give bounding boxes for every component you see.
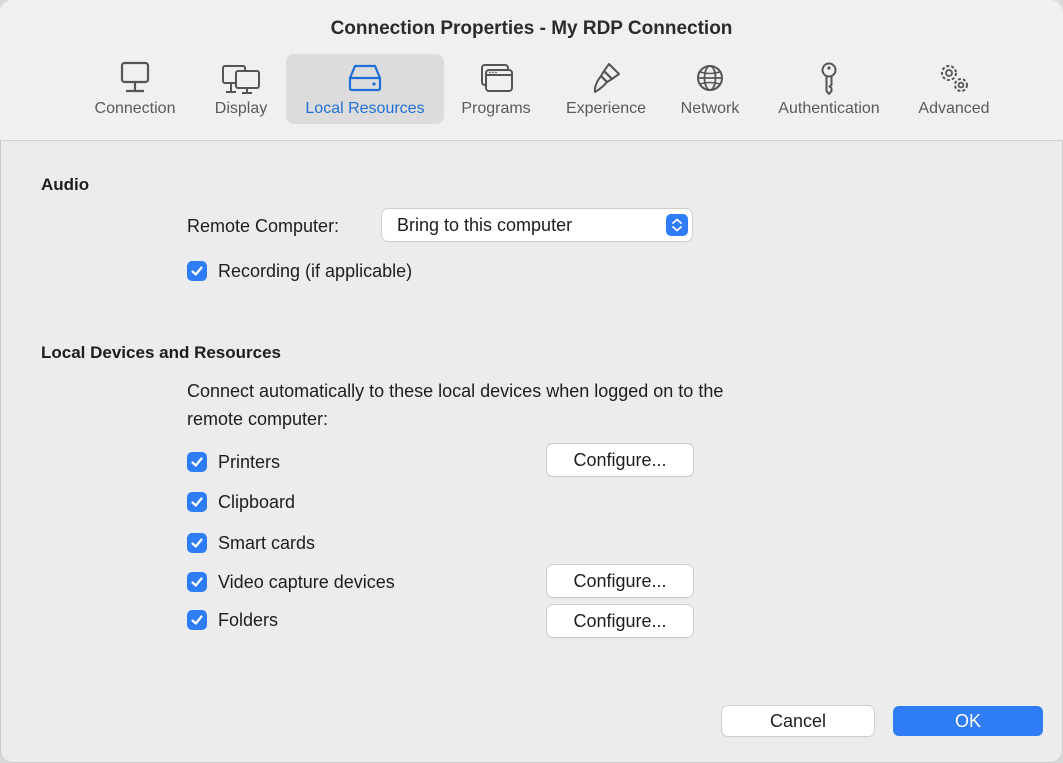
video-capture-checkbox[interactable]: [187, 572, 207, 592]
checkmark-icon: [191, 538, 203, 548]
configure-printers-button[interactable]: Configure...: [547, 444, 693, 476]
audio-heading: Audio: [41, 175, 90, 194]
remote-audio-select[interactable]: Bring to this computer: [382, 209, 692, 241]
tab-label: Connection: [94, 100, 176, 117]
device-item-printers[interactable]: Printers: [187, 449, 280, 475]
tab-network[interactable]: Network: [670, 54, 750, 124]
checkmark-icon: [191, 577, 203, 587]
device-item-video-capture[interactable]: Video capture devices: [187, 569, 395, 595]
drive-icon: [348, 64, 382, 92]
checkmark-icon: [191, 497, 203, 507]
tab-programs[interactable]: Programs: [452, 54, 540, 124]
properties-window: Connection Properties - My RDP Connectio…: [0, 0, 1063, 763]
recording-label: Recording (if applicable): [218, 260, 413, 281]
devices-description-line2: remote computer:: [187, 409, 329, 429]
tab-label: Network: [680, 100, 740, 117]
smart-cards-checkbox[interactable]: [187, 533, 207, 553]
globe-icon: [697, 65, 723, 91]
gears-icon: [941, 65, 968, 92]
device-label: Printers: [218, 451, 281, 472]
tab-experience[interactable]: Experience: [554, 54, 658, 124]
device-label: Clipboard: [218, 491, 296, 512]
local-resources-pane: Audio Remote Computer: Bring to this com…: [0, 141, 1063, 763]
toolbar: Connection Properties - My RDP Connectio…: [0, 0, 1063, 141]
tab-connection[interactable]: Connection: [83, 54, 187, 124]
cancel-button[interactable]: Cancel: [722, 706, 874, 736]
device-item-smart-cards[interactable]: Smart cards: [187, 530, 315, 556]
window-title: Connection Properties - My RDP Connectio…: [330, 18, 733, 39]
tab-label: Local Resources: [305, 100, 425, 117]
clipboard-checkbox[interactable]: [187, 492, 207, 512]
devices-description-line1: Connect automatically to these local dev…: [187, 381, 724, 401]
tab-label: Programs: [461, 100, 531, 117]
printers-checkbox[interactable]: [187, 452, 207, 472]
configure-folders-button[interactable]: Configure...: [547, 605, 693, 637]
tab-display[interactable]: Display: [200, 54, 282, 124]
tab-label: Authentication: [778, 100, 880, 117]
folders-checkbox[interactable]: [187, 610, 207, 630]
checkmark-icon: [191, 266, 203, 276]
remote-computer-label: Remote Computer:: [187, 216, 340, 236]
tab-local-resources[interactable]: Local Resources: [286, 54, 444, 124]
device-item-folders[interactable]: Folders: [187, 607, 278, 633]
tab-label: Advanced: [918, 100, 990, 117]
recording-option[interactable]: Recording (if applicable): [187, 258, 412, 284]
recording-checkbox[interactable]: [187, 261, 207, 281]
device-item-clipboard[interactable]: Clipboard: [187, 489, 295, 515]
remote-audio-value: Bring to this computer: [397, 215, 573, 235]
device-label: Video capture devices: [218, 571, 395, 592]
displays-icon: [222, 65, 260, 94]
checkmark-icon: [191, 457, 203, 467]
key-icon: [821, 62, 837, 95]
tab-label: Display: [214, 100, 268, 117]
tab-label: Experience: [565, 100, 647, 117]
chevron-updown-icon: [666, 214, 688, 236]
configure-video-capture-button[interactable]: Configure...: [547, 565, 693, 597]
ok-button[interactable]: OK: [893, 706, 1043, 736]
tab-authentication[interactable]: Authentication: [762, 54, 896, 124]
window-icon: [481, 64, 513, 92]
tab-advanced[interactable]: Advanced: [908, 54, 1000, 124]
device-label: Folders: [218, 609, 279, 630]
checkmark-icon: [191, 615, 203, 625]
monitor-icon: [120, 61, 150, 93]
paintbrush-icon: [593, 63, 620, 93]
device-label: Smart cards: [218, 532, 316, 553]
devices-heading: Local Devices and Resources: [41, 343, 282, 362]
